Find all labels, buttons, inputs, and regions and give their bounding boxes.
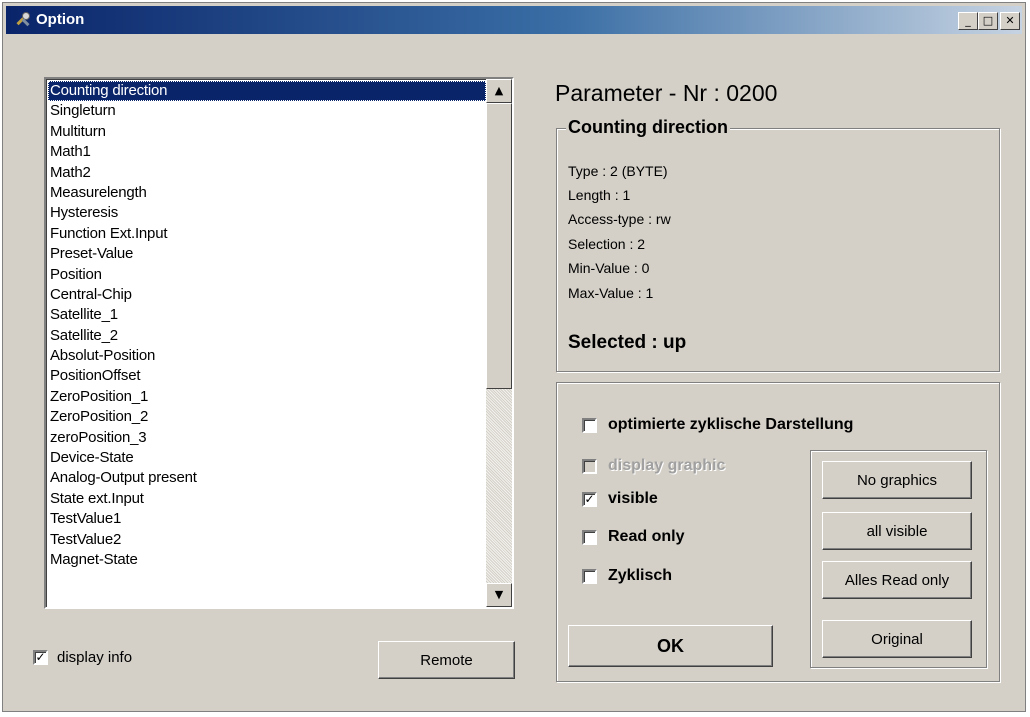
ok-button[interactable]: OK	[568, 625, 773, 667]
list-item[interactable]: Math1	[48, 142, 486, 162]
selected-value: Selected : up	[568, 332, 687, 353]
parameter-group-title: Counting direction	[566, 117, 730, 138]
list-item[interactable]: Preset-Value	[48, 244, 486, 264]
list-item[interactable]: TestValue1	[48, 509, 486, 529]
info-selection: Selection : 2	[568, 236, 646, 252]
read-only-checkbox[interactable]: Read only	[582, 528, 684, 546]
optimized-checkbox[interactable]: optimierte zyklische Darstellung	[582, 416, 853, 434]
list-item[interactable]: ZeroPosition_2	[48, 407, 486, 427]
list-item[interactable]: TestValue2	[48, 530, 486, 550]
all-visible-button[interactable]: all visible	[822, 512, 972, 550]
remote-button[interactable]: Remote	[378, 641, 515, 679]
list-item[interactable]: Multiturn	[48, 122, 486, 142]
read-only-label: Read only	[608, 528, 685, 545]
parameter-title: Parameter - Nr : 0200	[555, 80, 778, 106]
list-item[interactable]: Counting direction	[48, 81, 486, 102]
list-item[interactable]: Function Ext.Input	[48, 224, 486, 244]
list-item[interactable]: Central-Chip	[48, 285, 486, 305]
list-item[interactable]: Analog-Output present	[48, 468, 486, 488]
zyklisch-checkbox[interactable]: Zyklisch	[582, 567, 672, 585]
no-graphics-button[interactable]: No graphics	[822, 461, 972, 499]
info-length: Length : 1	[568, 187, 631, 203]
alles-read-only-button[interactable]: Alles Read only	[822, 561, 972, 599]
list-item[interactable]: Singleturn	[48, 101, 486, 121]
maximize-button[interactable]: □	[978, 12, 998, 30]
display-graphic-label: display graphic	[608, 457, 726, 474]
scroll-up-button[interactable]: ▲	[486, 79, 512, 103]
display-graphic-check-box[interactable]	[582, 458, 597, 474]
scroll-down-button[interactable]: ▼	[486, 583, 512, 607]
list-item[interactable]: Math2	[48, 163, 486, 183]
list-item[interactable]: Satellite_2	[48, 326, 486, 346]
original-button[interactable]: Original	[822, 620, 972, 658]
parameter-list: Counting direction Singleturn Multiturn Mat…	[48, 81, 486, 570]
display-info-check-box[interactable]: ✓	[33, 650, 48, 665]
visible-checkbox[interactable]: ✓ visible	[582, 490, 658, 508]
list-item[interactable]: ZeroPosition_1	[48, 387, 486, 407]
arrow-up-icon: ▲	[494, 84, 504, 97]
scroll-thumb[interactable]	[486, 103, 512, 389]
zyklisch-check-box[interactable]	[582, 568, 597, 584]
window-title: Option	[36, 11, 85, 28]
title-bar[interactable]: Option _ □ ✕	[6, 6, 1022, 34]
info-type: Type : 2 (BYTE)	[568, 163, 668, 179]
list-item[interactable]: Magnet-State	[48, 550, 486, 570]
list-scrollbar[interactable]: ▲ ▼	[486, 79, 512, 607]
list-item[interactable]: PositionOffset	[48, 366, 486, 386]
zyklisch-label: Zyklisch	[608, 567, 673, 584]
list-item[interactable]: zeroPosition_3	[48, 428, 486, 448]
display-graphic-checkbox[interactable]: display graphic	[582, 457, 725, 475]
arrow-down-icon: ▼	[494, 588, 504, 601]
optimized-label: optimierte zyklische Darstellung	[608, 416, 854, 433]
list-item[interactable]: Absolut-Position	[48, 346, 486, 366]
list-item[interactable]: State ext.Input	[48, 489, 486, 509]
info-max-value: Max-Value : 1	[568, 285, 654, 301]
list-item[interactable]: Hysteresis	[48, 203, 486, 223]
display-info-checkbox[interactable]: ✓ display info	[33, 649, 132, 666]
read-only-check-box[interactable]	[582, 529, 597, 545]
list-item[interactable]: Measurelength	[48, 183, 486, 203]
list-item[interactable]: Satellite_1	[48, 305, 486, 325]
list-item[interactable]: Position	[48, 265, 486, 285]
optimized-check-box[interactable]	[582, 417, 597, 433]
parameter-listbox[interactable]: Counting direction Singleturn Multiturn Mat…	[44, 77, 514, 609]
visible-label: visible	[608, 490, 658, 507]
tools-icon	[16, 12, 30, 27]
list-item[interactable]: Device-State	[48, 448, 486, 468]
minimize-button[interactable]: _	[958, 12, 978, 30]
info-access-type: Access-type : rw	[568, 211, 671, 227]
display-info-label: display info	[57, 649, 133, 666]
visible-check-box[interactable]: ✓	[582, 491, 597, 507]
info-min-value: Min-Value : 0	[568, 260, 650, 276]
close-button[interactable]: ✕	[1000, 12, 1020, 30]
